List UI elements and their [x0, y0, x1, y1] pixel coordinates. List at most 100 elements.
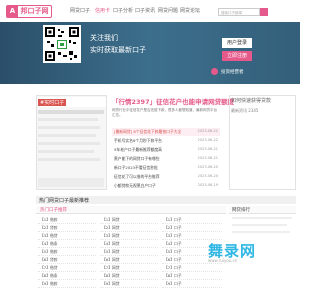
- list-item-label[interactable]: 【4】口子: [164, 241, 182, 247]
- list-item-label[interactable]: 【4】网贷: [102, 241, 120, 247]
- slider-tag[interactable]: #实时口子: [38, 99, 67, 106]
- subsection-title[interactable]: 热门口子推荐: [40, 207, 67, 213]
- watermark-sub: www.ruiyou.cn: [208, 258, 238, 263]
- news-item[interactable]: 新口子2023不看征信秒批 2023-06-20: [112, 164, 220, 172]
- list-item[interactable]: 【5】网贷: [100, 248, 158, 256]
- slider-line: [38, 110, 104, 114]
- list-item[interactable]: 【1】网贷: [100, 216, 158, 224]
- qr-code: [43, 25, 81, 63]
- news-item-date: 2023-06-22: [197, 138, 218, 142]
- list-item-label[interactable]: 【8】借条: [40, 273, 58, 279]
- news-item-title[interactable]: 5年老户口子最新推荐额度高: [114, 147, 186, 153]
- banner-line-1: 关注我们: [90, 34, 118, 42]
- news-item-title[interactable]: 新口子2023不看征信秒批: [114, 165, 186, 171]
- list-item-label[interactable]: 【5】网贷: [102, 249, 120, 255]
- user-icon: [211, 68, 218, 75]
- list-item[interactable]: 【9】网贷: [100, 280, 158, 288]
- list-item[interactable]: 【1】借款: [38, 216, 96, 224]
- list-item-label[interactable]: 【9】网贷: [102, 281, 120, 287]
- news-item-date: 2023-06-20: [197, 174, 218, 178]
- news-item[interactable]: 小额贷款无视黑白户口子 2023-06-19: [112, 182, 220, 190]
- news-description: 网贷行业中征信花户是否还能下款，很多人都想知道，最新网贷平台汇总。: [112, 108, 217, 117]
- search-input[interactable]: 搜索口子新闻: [218, 8, 260, 16]
- news-item-title[interactable]: 手机号实名6个月秒下款平台: [114, 138, 186, 144]
- slider-line: [38, 126, 100, 129]
- list-item-label[interactable]: 【1】借款: [40, 217, 58, 223]
- nav-item-2[interactable]: 信用卡: [95, 7, 110, 14]
- news-item-date: 2023-06-20: [197, 165, 218, 169]
- list-item[interactable]: 【4】网贷: [100, 240, 158, 248]
- list-item[interactable]: 【8】网贷: [100, 272, 158, 280]
- list-item[interactable]: 【3】口子: [162, 232, 222, 240]
- list-item-label[interactable]: 【2】网贷: [102, 225, 120, 231]
- news-item-title[interactable]: 小额贷款无视黑白户口子: [114, 183, 186, 189]
- nav-item-5[interactable]: 网贷问题: [158, 7, 178, 14]
- register-button[interactable]: 立即注册: [222, 51, 252, 61]
- news-headline[interactable]: 「行情2397」征信花户也能申请网贷额度: [112, 96, 234, 106]
- list-item-label[interactable]: 【6】贷款: [40, 257, 58, 263]
- list-item-label[interactable]: 【1】口子: [164, 217, 182, 223]
- slider-line: [38, 150, 94, 153]
- list-item-label[interactable]: 【2】贷款: [40, 225, 58, 231]
- nav-item-3[interactable]: 口子分析: [113, 7, 133, 14]
- list-item[interactable]: 【4】借条: [38, 240, 96, 248]
- list-item-label[interactable]: 【5】借款: [40, 249, 58, 255]
- list-item[interactable]: 【2】口子: [162, 224, 222, 232]
- list-item[interactable]: 【9】口子: [162, 280, 222, 288]
- right-subsection-title: 网贷排行: [232, 208, 250, 213]
- consult-label[interactable]: 投资经营者: [221, 69, 244, 75]
- slider-footer: [38, 178, 104, 187]
- list-item-label[interactable]: 【6】网贷: [102, 257, 120, 263]
- list-item[interactable]: 【8】借条: [38, 272, 96, 280]
- rank-line: [232, 217, 292, 219]
- list-item[interactable]: 【7】网贷: [100, 264, 158, 272]
- list-item-label[interactable]: 【1】网贷: [102, 217, 120, 223]
- site-logo[interactable]: A 邦口子网: [6, 5, 52, 18]
- news-item[interactable]: [最新网贷] 8个征信花下款最快口子大全 2023-06-22: [112, 128, 220, 136]
- news-item-title[interactable]: 黑户能下的网贷口子有哪些: [114, 156, 186, 162]
- search-button[interactable]: [260, 8, 268, 22]
- nav-item-1[interactable]: 网贷口子: [70, 7, 90, 14]
- list-item-label[interactable]: 【8】网贷: [102, 273, 120, 279]
- login-button[interactable]: 用户登录: [222, 38, 252, 48]
- list-item-label[interactable]: 【4】借条: [40, 241, 58, 247]
- news-item-date: 2023-06-19: [197, 183, 218, 187]
- list-item[interactable]: 【9】借款: [38, 280, 96, 288]
- list-item[interactable]: 【6】贷款: [38, 256, 96, 264]
- list-item[interactable]: 【3】借贷: [38, 232, 96, 240]
- list-item[interactable]: 【5】借款: [38, 248, 96, 256]
- list-item[interactable]: 【7】借贷: [38, 264, 96, 272]
- list-item-label[interactable]: 【7】借贷: [40, 265, 58, 271]
- news-item[interactable]: 征信花了可以借的平台推荐 2023-06-20: [112, 173, 220, 181]
- list-item[interactable]: 【7】口子: [162, 264, 222, 272]
- list-item-label[interactable]: 【5】口子: [164, 249, 182, 255]
- news-item[interactable]: 5年老户口子最新推荐额度高 2023-06-21: [112, 146, 220, 154]
- nav-item-4[interactable]: 口子资讯: [135, 7, 155, 14]
- list-item-label[interactable]: 【3】口子: [164, 233, 182, 239]
- list-item[interactable]: 【2】网贷: [100, 224, 158, 232]
- list-item-label[interactable]: 【3】借贷: [40, 233, 58, 239]
- nav-item-6[interactable]: 网贷论坛: [180, 7, 200, 14]
- news-item[interactable]: 手机号实名6个月秒下款平台 2023-06-22: [112, 137, 220, 145]
- list-item-label[interactable]: 【8】口子: [164, 273, 182, 279]
- list-item[interactable]: 【1】口子: [162, 216, 222, 224]
- logo-text: 邦口子网: [20, 7, 49, 15]
- list-item[interactable]: 【3】网贷: [100, 232, 158, 240]
- news-item[interactable]: 黑户能下的网贷口子有哪些 2023-06-21: [112, 155, 220, 163]
- slider-line: [38, 142, 100, 145]
- list-item-label[interactable]: 【9】口子: [164, 281, 182, 287]
- list-item-label[interactable]: 【6】口子: [164, 257, 182, 263]
- list-item-label[interactable]: 【2】口子: [164, 225, 182, 231]
- news-item-title[interactable]: 征信花了可以借的平台推荐: [114, 174, 186, 180]
- list-item-label[interactable]: 【3】网贷: [102, 233, 120, 239]
- list-item-label[interactable]: 【7】口子: [164, 265, 182, 271]
- list-item-label[interactable]: 【7】网贷: [102, 265, 120, 271]
- news-item-title[interactable]: [最新网贷] 8个征信花下款最快口子大全: [114, 129, 186, 135]
- right-panel-title: 如何快速获得贷款: [231, 98, 272, 104]
- list-item[interactable]: 【6】网贷: [100, 256, 158, 264]
- list-item[interactable]: 【2】贷款: [38, 224, 96, 232]
- slider-line: [38, 118, 98, 121]
- list-item-label[interactable]: 【9】借款: [40, 281, 58, 287]
- list-item[interactable]: 【8】口子: [162, 272, 222, 280]
- rank-line: [232, 224, 287, 226]
